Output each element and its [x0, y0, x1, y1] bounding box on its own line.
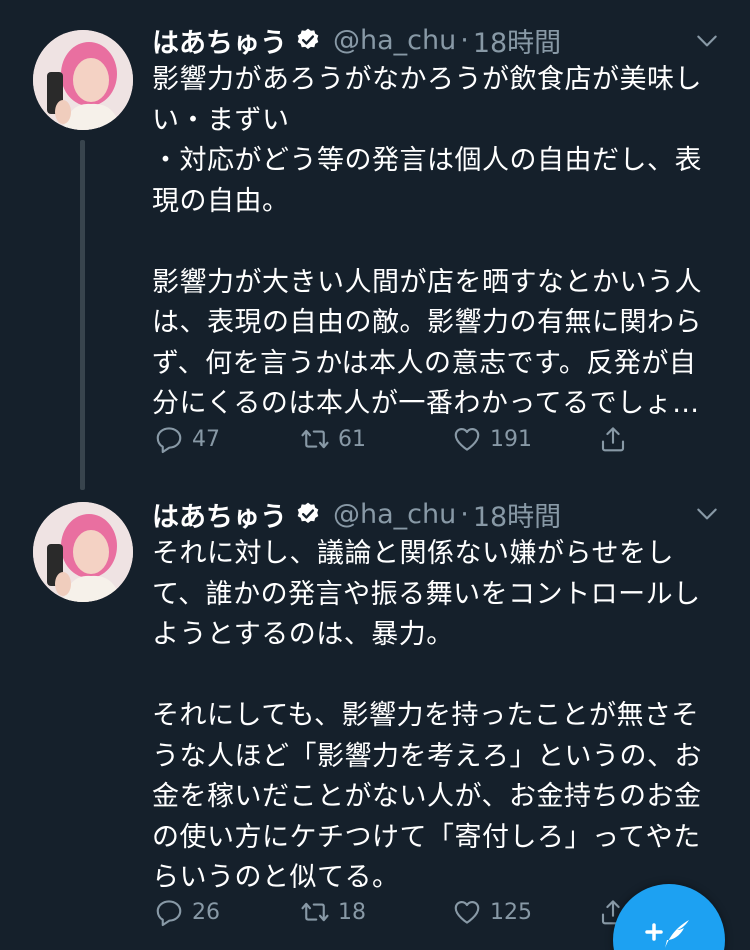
tweet-text: それに対し、議論と関係ない嫌がらせをして、誰かの発言や振る舞いをコントロールしよ… — [152, 538, 702, 893]
timestamp[interactable]: 18時間 — [473, 495, 561, 534]
like-count: 125 — [490, 899, 532, 925]
tweet-actions: 26 18 125 — [152, 892, 642, 932]
reply-icon — [156, 900, 182, 927]
handle[interactable]: @ha_chu — [333, 499, 456, 530]
like-button[interactable]: 125 — [452, 897, 532, 927]
retweet-icon — [301, 902, 329, 922]
avatar[interactable] — [33, 502, 133, 602]
retweet-count: 18 — [338, 899, 366, 925]
display-name[interactable]: はあちゅう — [152, 495, 287, 534]
reply-count: 26 — [192, 899, 220, 925]
tweet[interactable]: はあちゅう @ha_chu · 18時間 それに対し、議論と関係ない嫌がらせをし… — [0, 0, 750, 950]
retweet-button[interactable]: 18 — [300, 897, 366, 927]
chevron-down-icon[interactable] — [694, 501, 720, 527]
reply-button[interactable]: 26 — [154, 897, 220, 927]
heart-icon — [454, 900, 480, 924]
separator: · — [460, 498, 469, 530]
tweet-header: はあちゅう @ha_chu · 18時間 — [152, 494, 561, 534]
verified-badge-icon — [297, 502, 319, 523]
compose-tweet-icon — [645, 920, 689, 948]
